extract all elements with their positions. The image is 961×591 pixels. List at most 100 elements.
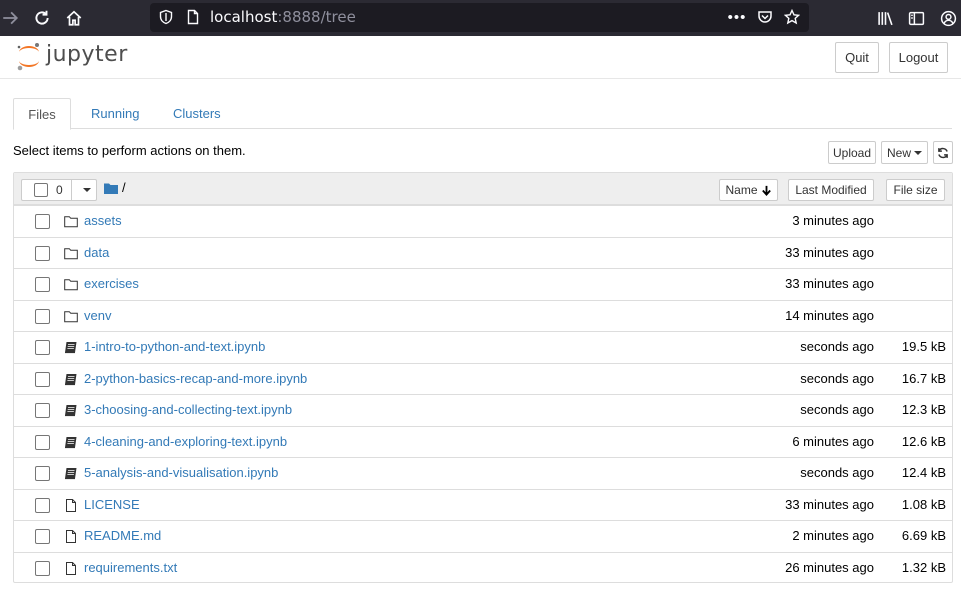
folder-icon <box>64 278 78 291</box>
file-name-link[interactable]: exercises <box>84 276 139 291</box>
jupyter-logo[interactable]: jupyter <box>16 42 146 74</box>
row-checkbox[interactable] <box>35 371 50 387</box>
sort-by-modified-button[interactable]: Last Modified <box>788 179 874 201</box>
refresh-icon <box>938 147 948 158</box>
refresh-button[interactable] <box>933 141 953 164</box>
bookmark-star-icon[interactable] <box>783 8 801 26</box>
file-row[interactable]: data 33 minutes ago <box>14 236 952 268</box>
logo-text: jupyter <box>46 42 128 67</box>
tab-files[interactable]: Files <box>13 98 71 130</box>
file-name-link[interactable]: 1-intro-to-python-and-text.ipynb <box>84 339 265 354</box>
row-checkbox[interactable] <box>35 308 50 324</box>
shield-icon[interactable] <box>157 8 175 26</box>
row-checkbox[interactable] <box>35 403 50 418</box>
caret-down-icon <box>914 150 922 155</box>
row-checkbox[interactable] <box>35 434 50 450</box>
url-bar[interactable]: localhost:8888/tree ••• <box>150 3 809 32</box>
url-host: localhost <box>210 8 278 26</box>
file-size: 6.69 kB <box>901 528 946 543</box>
last-modified: 14 minutes ago <box>785 307 874 323</box>
file-list: 0 / Name Last Modified File size assets 3… <box>13 172 953 583</box>
sidebar-icon[interactable] <box>906 8 926 28</box>
row-checkbox[interactable] <box>35 340 50 355</box>
sort-by-size-button[interactable]: File size <box>886 179 945 201</box>
last-modified: seconds ago <box>800 370 874 386</box>
file-icon <box>64 498 78 512</box>
row-checkbox[interactable] <box>35 529 50 544</box>
last-modified: seconds ago <box>800 339 874 354</box>
file-name-link[interactable]: README.md <box>84 528 161 543</box>
file-row[interactable]: 1-intro-to-python-and-text.ipynb seconds … <box>14 331 952 362</box>
file-name-link[interactable]: requirements.txt <box>84 560 177 575</box>
tab-bar: Files Running Clusters <box>13 98 952 130</box>
row-checkbox[interactable] <box>35 560 50 576</box>
url-text[interactable]: localhost:8888/tree <box>210 8 356 26</box>
home-icon[interactable] <box>62 6 86 30</box>
file-row[interactable]: 5-analysis-and-visualisation.ipynb second… <box>14 457 952 488</box>
account-icon[interactable] <box>938 8 958 28</box>
library-icon[interactable] <box>875 8 895 28</box>
notebook-icon <box>64 467 78 480</box>
quit-button[interactable]: Quit <box>835 42 879 73</box>
url-path: :8888/tree <box>277 8 356 26</box>
breadcrumb[interactable]: / <box>122 180 126 195</box>
file-row[interactable]: README.md 2 minutes ago 6.69 kB <box>14 520 952 551</box>
file-icon <box>64 561 78 575</box>
folder-icon[interactable] <box>104 182 118 194</box>
last-modified: 3 minutes ago <box>792 213 874 228</box>
tab-clusters[interactable]: Clusters <box>158 98 236 129</box>
instructions-text: Select items to perform actions on them. <box>13 143 246 158</box>
file-name-link[interactable]: venv <box>84 308 111 323</box>
back-arrow-icon[interactable] <box>0 6 22 30</box>
file-row[interactable]: requirements.txt 26 minutes ago 1.32 kB <box>14 551 952 583</box>
file-name-link[interactable]: 5-analysis-and-visualisation.ipynb <box>84 465 278 480</box>
select-menu-caret-icon[interactable] <box>83 188 91 192</box>
file-size: 12.6 kB <box>901 433 946 449</box>
sort-name-label: Name <box>725 183 758 197</box>
file-row[interactable]: venv 14 minutes ago <box>14 299 952 331</box>
last-modified: 6 minutes ago <box>792 433 874 449</box>
row-checkbox[interactable] <box>35 214 50 229</box>
row-checkbox[interactable] <box>35 466 50 481</box>
selected-count: 0 <box>56 183 63 197</box>
folder-icon <box>64 247 78 260</box>
file-name-link[interactable]: LICENSE <box>84 497 140 512</box>
file-name-link[interactable]: 2-python-basics-recap-and-more.ipynb <box>84 371 307 386</box>
tab-running[interactable]: Running <box>76 98 154 129</box>
arrow-down-icon <box>761 185 771 196</box>
file-row[interactable]: 4-cleaning-and-exploring-text.ipynb 6 min… <box>14 425 952 457</box>
select-all-checkbox[interactable] <box>34 183 48 197</box>
file-name-link[interactable]: data <box>84 245 109 260</box>
last-modified: 2 minutes ago <box>792 528 874 543</box>
file-row[interactable]: LICENSE 33 minutes ago 1.08 kB <box>14 488 952 520</box>
sort-by-name-button[interactable]: Name <box>719 179 778 201</box>
last-modified: 26 minutes ago <box>785 559 874 575</box>
row-checkbox[interactable] <box>35 245 50 261</box>
notebook-icon <box>64 436 78 449</box>
jupyter-header: jupyter Quit Logout <box>0 36 961 79</box>
logout-button[interactable]: Logout <box>889 42 948 73</box>
file-size: 1.08 kB <box>901 496 946 512</box>
file-size: 1.32 kB <box>901 559 946 575</box>
reload-icon[interactable] <box>30 6 54 30</box>
upload-button[interactable]: Upload <box>828 141 876 164</box>
file-row[interactable]: 2-python-basics-recap-and-more.ipynb seco… <box>14 362 952 394</box>
pocket-icon[interactable] <box>756 8 774 26</box>
file-name-link[interactable]: 3-choosing-and-collecting-text.ipynb <box>84 402 292 417</box>
notebook-icon <box>64 341 78 354</box>
last-modified: 33 minutes ago <box>785 276 874 291</box>
row-checkbox[interactable] <box>35 277 50 292</box>
last-modified: seconds ago <box>800 465 874 480</box>
file-row[interactable]: assets 3 minutes ago <box>14 205 952 236</box>
file-name-link[interactable]: assets <box>84 213 122 228</box>
file-row[interactable]: exercises 33 minutes ago <box>14 268 952 299</box>
row-checkbox[interactable] <box>35 497 50 513</box>
new-dropdown-button[interactable]: New <box>881 141 928 164</box>
folder-icon <box>64 215 78 228</box>
page-icon[interactable] <box>184 8 202 26</box>
file-name-link[interactable]: 4-cleaning-and-exploring-text.ipynb <box>84 434 287 449</box>
file-size: 12.4 kB <box>901 465 946 480</box>
file-row[interactable]: 3-choosing-and-collecting-text.ipynb seco… <box>14 394 952 425</box>
select-all-control[interactable]: 0 <box>21 179 97 201</box>
page-actions-icon[interactable]: ••• <box>728 8 746 26</box>
